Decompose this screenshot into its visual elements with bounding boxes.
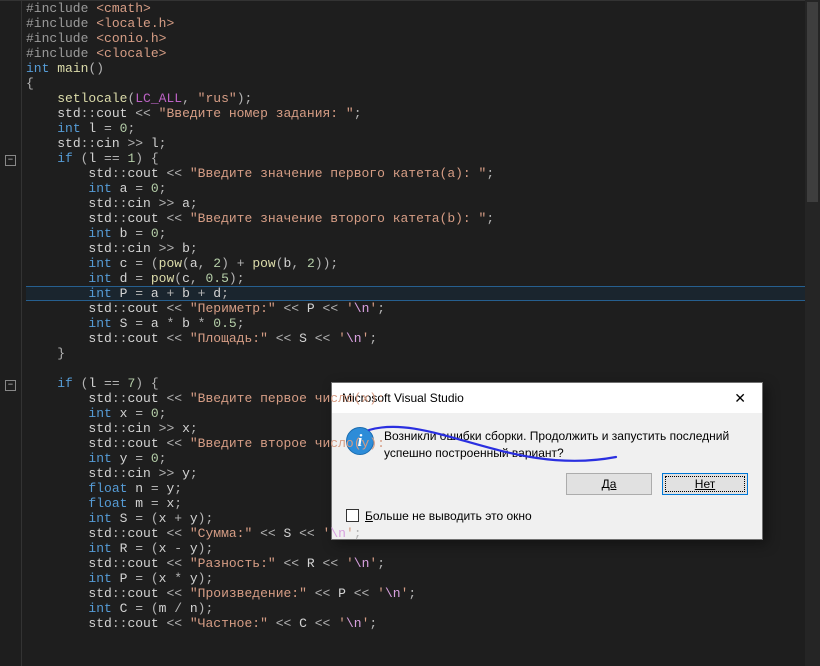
dialog-message-line1: Возникли ошибки сборки. Продолжить и зап… bbox=[384, 428, 729, 445]
include-locale: locale.h bbox=[104, 16, 166, 31]
code-area[interactable]: #include <cmath> #include <locale.h> #in… bbox=[22, 1, 820, 666]
include-cmath: cmath bbox=[104, 1, 143, 16]
dialog-titlebar[interactable]: Microsoft Visual Studio ✕ bbox=[332, 383, 762, 413]
str-prompt-x: "Введите первое число(x): bbox=[190, 391, 393, 406]
include-conio: conio.h bbox=[104, 31, 159, 46]
str-perim: "Периметр:" bbox=[190, 301, 276, 316]
build-error-dialog: Microsoft Visual Studio ✕ i Возникли оши… bbox=[331, 382, 763, 540]
checkbox-label: Больше не выводить это окно bbox=[365, 509, 532, 523]
close-icon[interactable]: ✕ bbox=[728, 391, 752, 405]
dialog-message: Возникли ошибки сборки. Продолжить и зап… bbox=[384, 427, 729, 463]
code-editor[interactable]: − − #include <cmath> #include <locale.h>… bbox=[0, 0, 820, 666]
vertical-scrollbar[interactable] bbox=[805, 0, 820, 666]
macro-lcall: LC_ALL bbox=[135, 91, 182, 106]
str-rus: "rus" bbox=[198, 91, 237, 106]
include-clocale: clocale bbox=[104, 46, 159, 61]
str-prod: "Произведение:" bbox=[190, 586, 307, 601]
editor-gutter: − − bbox=[0, 1, 22, 666]
dont-show-checkbox[interactable] bbox=[346, 509, 359, 522]
fold-icon[interactable]: − bbox=[5, 380, 16, 391]
scrollbar-thumb[interactable] bbox=[807, 2, 818, 202]
str-diff: "Разность:" bbox=[190, 556, 276, 571]
no-button[interactable]: Нет bbox=[662, 473, 748, 495]
str-quot: "Частное:" bbox=[190, 616, 268, 631]
str-prompt-task: "Введите номер задания: " bbox=[159, 106, 354, 121]
str-area: "Площадь:" bbox=[190, 331, 268, 346]
str-prompt-b: "Введите значение второго катета(b): " bbox=[190, 211, 486, 226]
str-prompt-a: "Введите значение первого катета(a): " bbox=[190, 166, 486, 181]
fold-icon[interactable]: − bbox=[5, 155, 16, 166]
current-line: int P = a + b + d; bbox=[26, 286, 820, 301]
str-sum: "Сумма:" bbox=[190, 526, 252, 541]
str-prompt-y: "Введите второе число(y): bbox=[190, 436, 393, 451]
yes-button[interactable]: Да bbox=[566, 473, 652, 495]
dialog-message-line2: успешно построенный вариант? bbox=[384, 445, 729, 462]
